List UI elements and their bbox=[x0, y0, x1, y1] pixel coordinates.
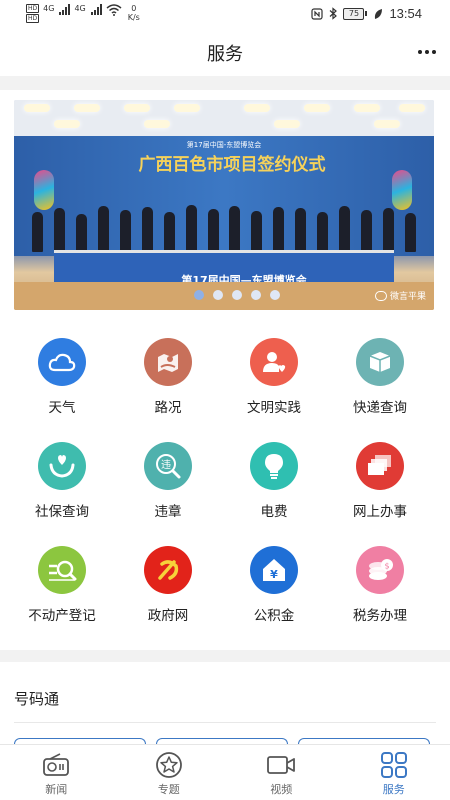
carousel-dot[interactable] bbox=[251, 290, 261, 300]
bottom-nav: 新闻 专题 视频 服务 bbox=[0, 744, 450, 800]
network-label-2: 4G bbox=[74, 4, 86, 13]
service-item[interactable]: 文明实践 bbox=[218, 330, 330, 420]
nav-tab-label: 服务 bbox=[382, 783, 405, 796]
service-label: 社保查询 bbox=[35, 504, 89, 520]
service-item[interactable]: 电费 bbox=[218, 434, 330, 524]
svg-text:违: 违 bbox=[161, 459, 171, 471]
radio-icon bbox=[41, 751, 71, 779]
windows-icon bbox=[356, 442, 404, 490]
watermark-text: 微言平果 bbox=[389, 292, 426, 302]
map-icon bbox=[144, 338, 192, 386]
signal-icon-1 bbox=[59, 4, 71, 15]
nav-tab-label: 专题 bbox=[157, 783, 180, 796]
signal-icon-2 bbox=[90, 4, 102, 15]
banner-watermark: 微言平果 bbox=[374, 289, 426, 302]
banner-people bbox=[32, 200, 416, 252]
svg-text:¥: ¥ bbox=[270, 568, 278, 581]
service-item[interactable]: ¥ 公积金 bbox=[218, 538, 330, 628]
header-divider bbox=[0, 76, 450, 90]
section-divider bbox=[0, 650, 450, 662]
service-label: 文明实践 bbox=[247, 400, 301, 416]
speed-value: 0 bbox=[131, 4, 137, 13]
party-emblem-icon bbox=[144, 546, 192, 594]
cloud-icon bbox=[38, 338, 86, 386]
house-yuan-icon: ¥ bbox=[250, 546, 298, 594]
service-label: 不动产登记 bbox=[28, 608, 96, 624]
hd-badge-2: HD bbox=[26, 14, 40, 23]
page-title: 服务 bbox=[207, 44, 243, 65]
speed-unit: K/s bbox=[127, 13, 140, 22]
battery-icon: 75 bbox=[343, 7, 368, 20]
network-label-1: 4G bbox=[43, 4, 55, 13]
service-item[interactable]: 违违章 bbox=[112, 434, 224, 524]
nav-tab[interactable]: 服务 bbox=[338, 745, 450, 800]
service-item[interactable]: 路况 bbox=[112, 330, 224, 420]
service-item[interactable]: 网上办事 bbox=[324, 434, 436, 524]
leaf-icon bbox=[375, 8, 383, 19]
wifi-icon bbox=[106, 4, 122, 16]
nav-tab[interactable]: 专题 bbox=[113, 745, 226, 800]
carousel-dot[interactable] bbox=[232, 290, 242, 300]
nav-tab[interactable]: 视频 bbox=[225, 745, 338, 800]
lightbulb-icon bbox=[250, 442, 298, 490]
carousel-dot[interactable] bbox=[270, 290, 280, 300]
service-label: 电费 bbox=[260, 504, 288, 520]
status-right: 75 13:54 bbox=[311, 6, 422, 21]
status-left: HD HD 4G 4G 0 K/s bbox=[26, 4, 140, 23]
search-doc-icon bbox=[38, 546, 86, 594]
battery-level: 75 bbox=[343, 7, 365, 20]
nav-tab-label: 视频 bbox=[270, 783, 293, 796]
star-circle-icon bbox=[154, 751, 184, 779]
haomatong-divider bbox=[14, 722, 436, 723]
coins-icon: $ bbox=[356, 546, 404, 594]
nav-tab[interactable]: 新闻 bbox=[0, 745, 113, 800]
banner-title: 广西百色市项目签约仪式 bbox=[138, 155, 326, 175]
app-header: 服务 bbox=[0, 30, 450, 76]
service-label: 快递查询 bbox=[353, 400, 407, 416]
more-dot-icon bbox=[418, 50, 422, 54]
nav-tab-label: 新闻 bbox=[45, 783, 68, 796]
service-label: 政府网 bbox=[147, 608, 189, 624]
status-bar: HD HD 4G 4G 0 K/s 75 13:54 bbox=[0, 0, 450, 30]
more-dot-icon bbox=[432, 50, 436, 54]
user-heart-icon bbox=[250, 338, 298, 386]
bluetooth-icon bbox=[330, 7, 338, 20]
hd-badge-1: HD bbox=[26, 4, 40, 13]
svg-text:$: $ bbox=[384, 562, 389, 571]
service-label: 公积金 bbox=[253, 608, 295, 624]
carousel-indicator bbox=[194, 290, 280, 300]
more-options-button[interactable] bbox=[418, 50, 436, 54]
wechat-icon bbox=[374, 290, 387, 301]
violation-search-icon: 违 bbox=[144, 442, 192, 490]
clock: 13:54 bbox=[389, 6, 422, 21]
grid-apps-icon bbox=[379, 751, 409, 779]
service-label: 天气 bbox=[48, 400, 76, 416]
service-item[interactable]: 政府网 bbox=[112, 538, 224, 628]
haomatong-title: 号码通 bbox=[14, 690, 60, 708]
service-label: 违章 bbox=[154, 504, 182, 520]
hands-heart-icon bbox=[38, 442, 86, 490]
nfc-icon bbox=[311, 7, 324, 20]
service-item[interactable]: 社保查询 bbox=[6, 434, 118, 524]
banner-carousel[interactable]: 第17届中国-东盟博览会 广西百色市项目签约仪式 第17届中国—东盟博览会 微言… bbox=[14, 100, 434, 310]
service-item[interactable]: 不动产登记 bbox=[6, 538, 118, 628]
service-item[interactable]: 天气 bbox=[6, 330, 118, 420]
service-label: 网上办事 bbox=[353, 504, 407, 520]
carousel-dot[interactable] bbox=[213, 290, 223, 300]
video-camera-icon bbox=[266, 751, 296, 779]
network-speed: 0 K/s bbox=[128, 4, 140, 22]
service-label: 税务办理 bbox=[353, 608, 407, 624]
carousel-dot[interactable] bbox=[194, 290, 204, 300]
service-label: 路况 bbox=[154, 400, 182, 416]
service-item[interactable]: $ 税务办理 bbox=[324, 538, 436, 628]
service-item[interactable]: 快递查询 bbox=[324, 330, 436, 420]
package-icon bbox=[356, 338, 404, 386]
banner-subtitle: 第17届中国-东盟博览会 bbox=[186, 141, 262, 149]
more-dot-icon bbox=[425, 50, 429, 54]
